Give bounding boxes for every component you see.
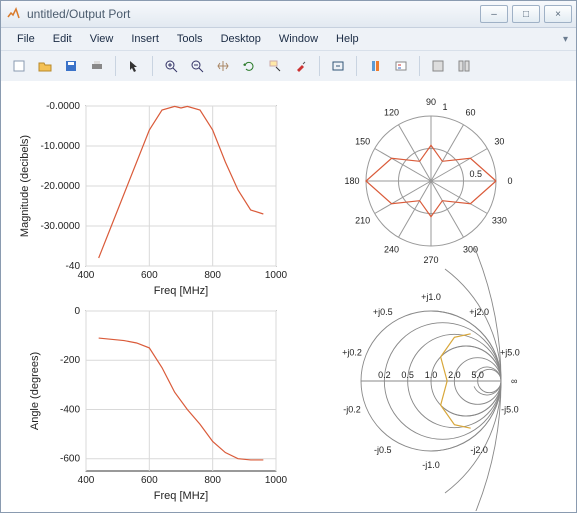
svg-text:270: 270 — [423, 255, 438, 265]
menu-desktop[interactable]: Desktop — [213, 31, 269, 47]
toolbar-sep — [115, 56, 116, 76]
svg-text:Freq [MHz]: Freq [MHz] — [154, 490, 208, 502]
menu-tools[interactable]: Tools — [169, 31, 211, 47]
svg-text:Magnitude (decibels): Magnitude (decibels) — [19, 135, 31, 237]
svg-text:∞: ∞ — [511, 376, 517, 386]
colorbar-icon[interactable] — [363, 54, 387, 78]
svg-text:240: 240 — [384, 244, 399, 254]
save-icon[interactable] — [59, 54, 83, 78]
svg-text:400: 400 — [78, 475, 95, 486]
svg-text:5.0: 5.0 — [471, 370, 484, 380]
menubar: File Edit View Insert Tools Desktop Wind… — [1, 28, 576, 51]
toolbar — [1, 51, 576, 82]
menu-edit[interactable]: Edit — [45, 31, 80, 47]
close-button[interactable]: × — [544, 5, 572, 23]
svg-text:Angle (degrees): Angle (degrees) — [29, 352, 41, 430]
menu-view[interactable]: View — [82, 31, 122, 47]
svg-text:800: 800 — [204, 270, 221, 281]
svg-text:60: 60 — [465, 108, 475, 118]
svg-text:210: 210 — [355, 216, 370, 226]
data-cursor-icon[interactable] — [263, 54, 287, 78]
svg-text:-j1.0: -j1.0 — [422, 460, 440, 470]
svg-text:-0.0000: -0.0000 — [46, 101, 80, 112]
plots-svg: 4006008001000-40-30.0000-20.0000-10.0000… — [1, 81, 576, 511]
minimize-button[interactable]: – — [480, 5, 508, 23]
subplot1-icon[interactable] — [426, 54, 450, 78]
svg-text:1.0: 1.0 — [425, 370, 438, 380]
svg-text:-20.0000: -20.0000 — [41, 181, 81, 192]
pointer-icon[interactable] — [122, 54, 146, 78]
menu-overflow-icon[interactable]: ▾ — [563, 34, 568, 45]
svg-text:1: 1 — [442, 102, 447, 112]
svg-text:800: 800 — [204, 475, 221, 486]
svg-text:1000: 1000 — [265, 475, 288, 486]
brush-icon[interactable] — [289, 54, 313, 78]
figure-canvas: 4006008001000-40-30.0000-20.0000-10.0000… — [1, 81, 576, 512]
menu-window[interactable]: Window — [271, 31, 326, 47]
menu-help[interactable]: Help — [328, 31, 367, 47]
open-icon[interactable] — [33, 54, 57, 78]
svg-text:1000: 1000 — [265, 270, 288, 281]
svg-text:-j2.0: -j2.0 — [470, 445, 488, 455]
svg-text:2.0: 2.0 — [448, 370, 461, 380]
subplot2-icon[interactable] — [452, 54, 476, 78]
window-title: untitled/Output Port — [27, 7, 480, 21]
svg-text:+j0.2: +j0.2 — [342, 347, 362, 357]
toolbar-sep — [319, 56, 320, 76]
link-icon[interactable] — [326, 54, 350, 78]
rotate-icon[interactable] — [237, 54, 261, 78]
print-icon[interactable] — [85, 54, 109, 78]
svg-text:600: 600 — [141, 270, 158, 281]
svg-text:400: 400 — [78, 270, 95, 281]
close-glyph: × — [555, 9, 561, 20]
maximize-glyph: □ — [523, 9, 529, 20]
svg-text:-40: -40 — [66, 261, 81, 272]
svg-text:90: 90 — [426, 97, 436, 107]
svg-text:0.5: 0.5 — [470, 169, 483, 179]
zoom-out-icon[interactable] — [185, 54, 209, 78]
minimize-glyph: – — [491, 9, 497, 20]
svg-text:0: 0 — [74, 306, 80, 317]
svg-text:330: 330 — [492, 216, 507, 226]
menu-insert[interactable]: Insert — [123, 31, 167, 47]
toolbar-sep — [356, 56, 357, 76]
new-figure-icon[interactable] — [7, 54, 31, 78]
svg-text:-j5.0: -j5.0 — [501, 405, 519, 415]
matlab-logo-icon — [5, 6, 21, 22]
svg-text:-400: -400 — [60, 404, 80, 415]
svg-text:-200: -200 — [60, 355, 80, 366]
svg-text:600: 600 — [141, 475, 158, 486]
svg-text:150: 150 — [355, 137, 370, 147]
pan-icon[interactable] — [211, 54, 235, 78]
zoom-in-icon[interactable] — [159, 54, 183, 78]
svg-text:0: 0 — [507, 176, 512, 186]
svg-text:-10.0000: -10.0000 — [41, 141, 81, 152]
svg-text:-30.0000: -30.0000 — [41, 221, 81, 232]
menu-file[interactable]: File — [9, 31, 43, 47]
svg-text:-600: -600 — [60, 454, 80, 465]
toolbar-sep — [419, 56, 420, 76]
svg-text:30: 30 — [494, 137, 504, 147]
svg-text:Freq [MHz]: Freq [MHz] — [154, 285, 208, 297]
svg-text:180: 180 — [344, 176, 359, 186]
window-buttons: – □ × — [480, 5, 572, 23]
svg-text:-j0.5: -j0.5 — [374, 445, 392, 455]
svg-text:120: 120 — [384, 108, 399, 118]
svg-text:0.5: 0.5 — [401, 370, 414, 380]
legend-icon[interactable] — [389, 54, 413, 78]
svg-text:+j2.0: +j2.0 — [469, 307, 489, 317]
svg-text:+j0.5: +j0.5 — [373, 307, 393, 317]
svg-text:-j0.2: -j0.2 — [343, 405, 361, 415]
svg-text:+j5.0: +j5.0 — [500, 347, 520, 357]
maximize-button[interactable]: □ — [512, 5, 540, 23]
titlebar: untitled/Output Port – □ × — [1, 1, 576, 28]
svg-text:+j1.0: +j1.0 — [421, 292, 441, 302]
figure-window: untitled/Output Port – □ × File Edit Vie… — [0, 0, 577, 513]
toolbar-sep — [152, 56, 153, 76]
svg-text:0.2: 0.2 — [378, 370, 391, 380]
